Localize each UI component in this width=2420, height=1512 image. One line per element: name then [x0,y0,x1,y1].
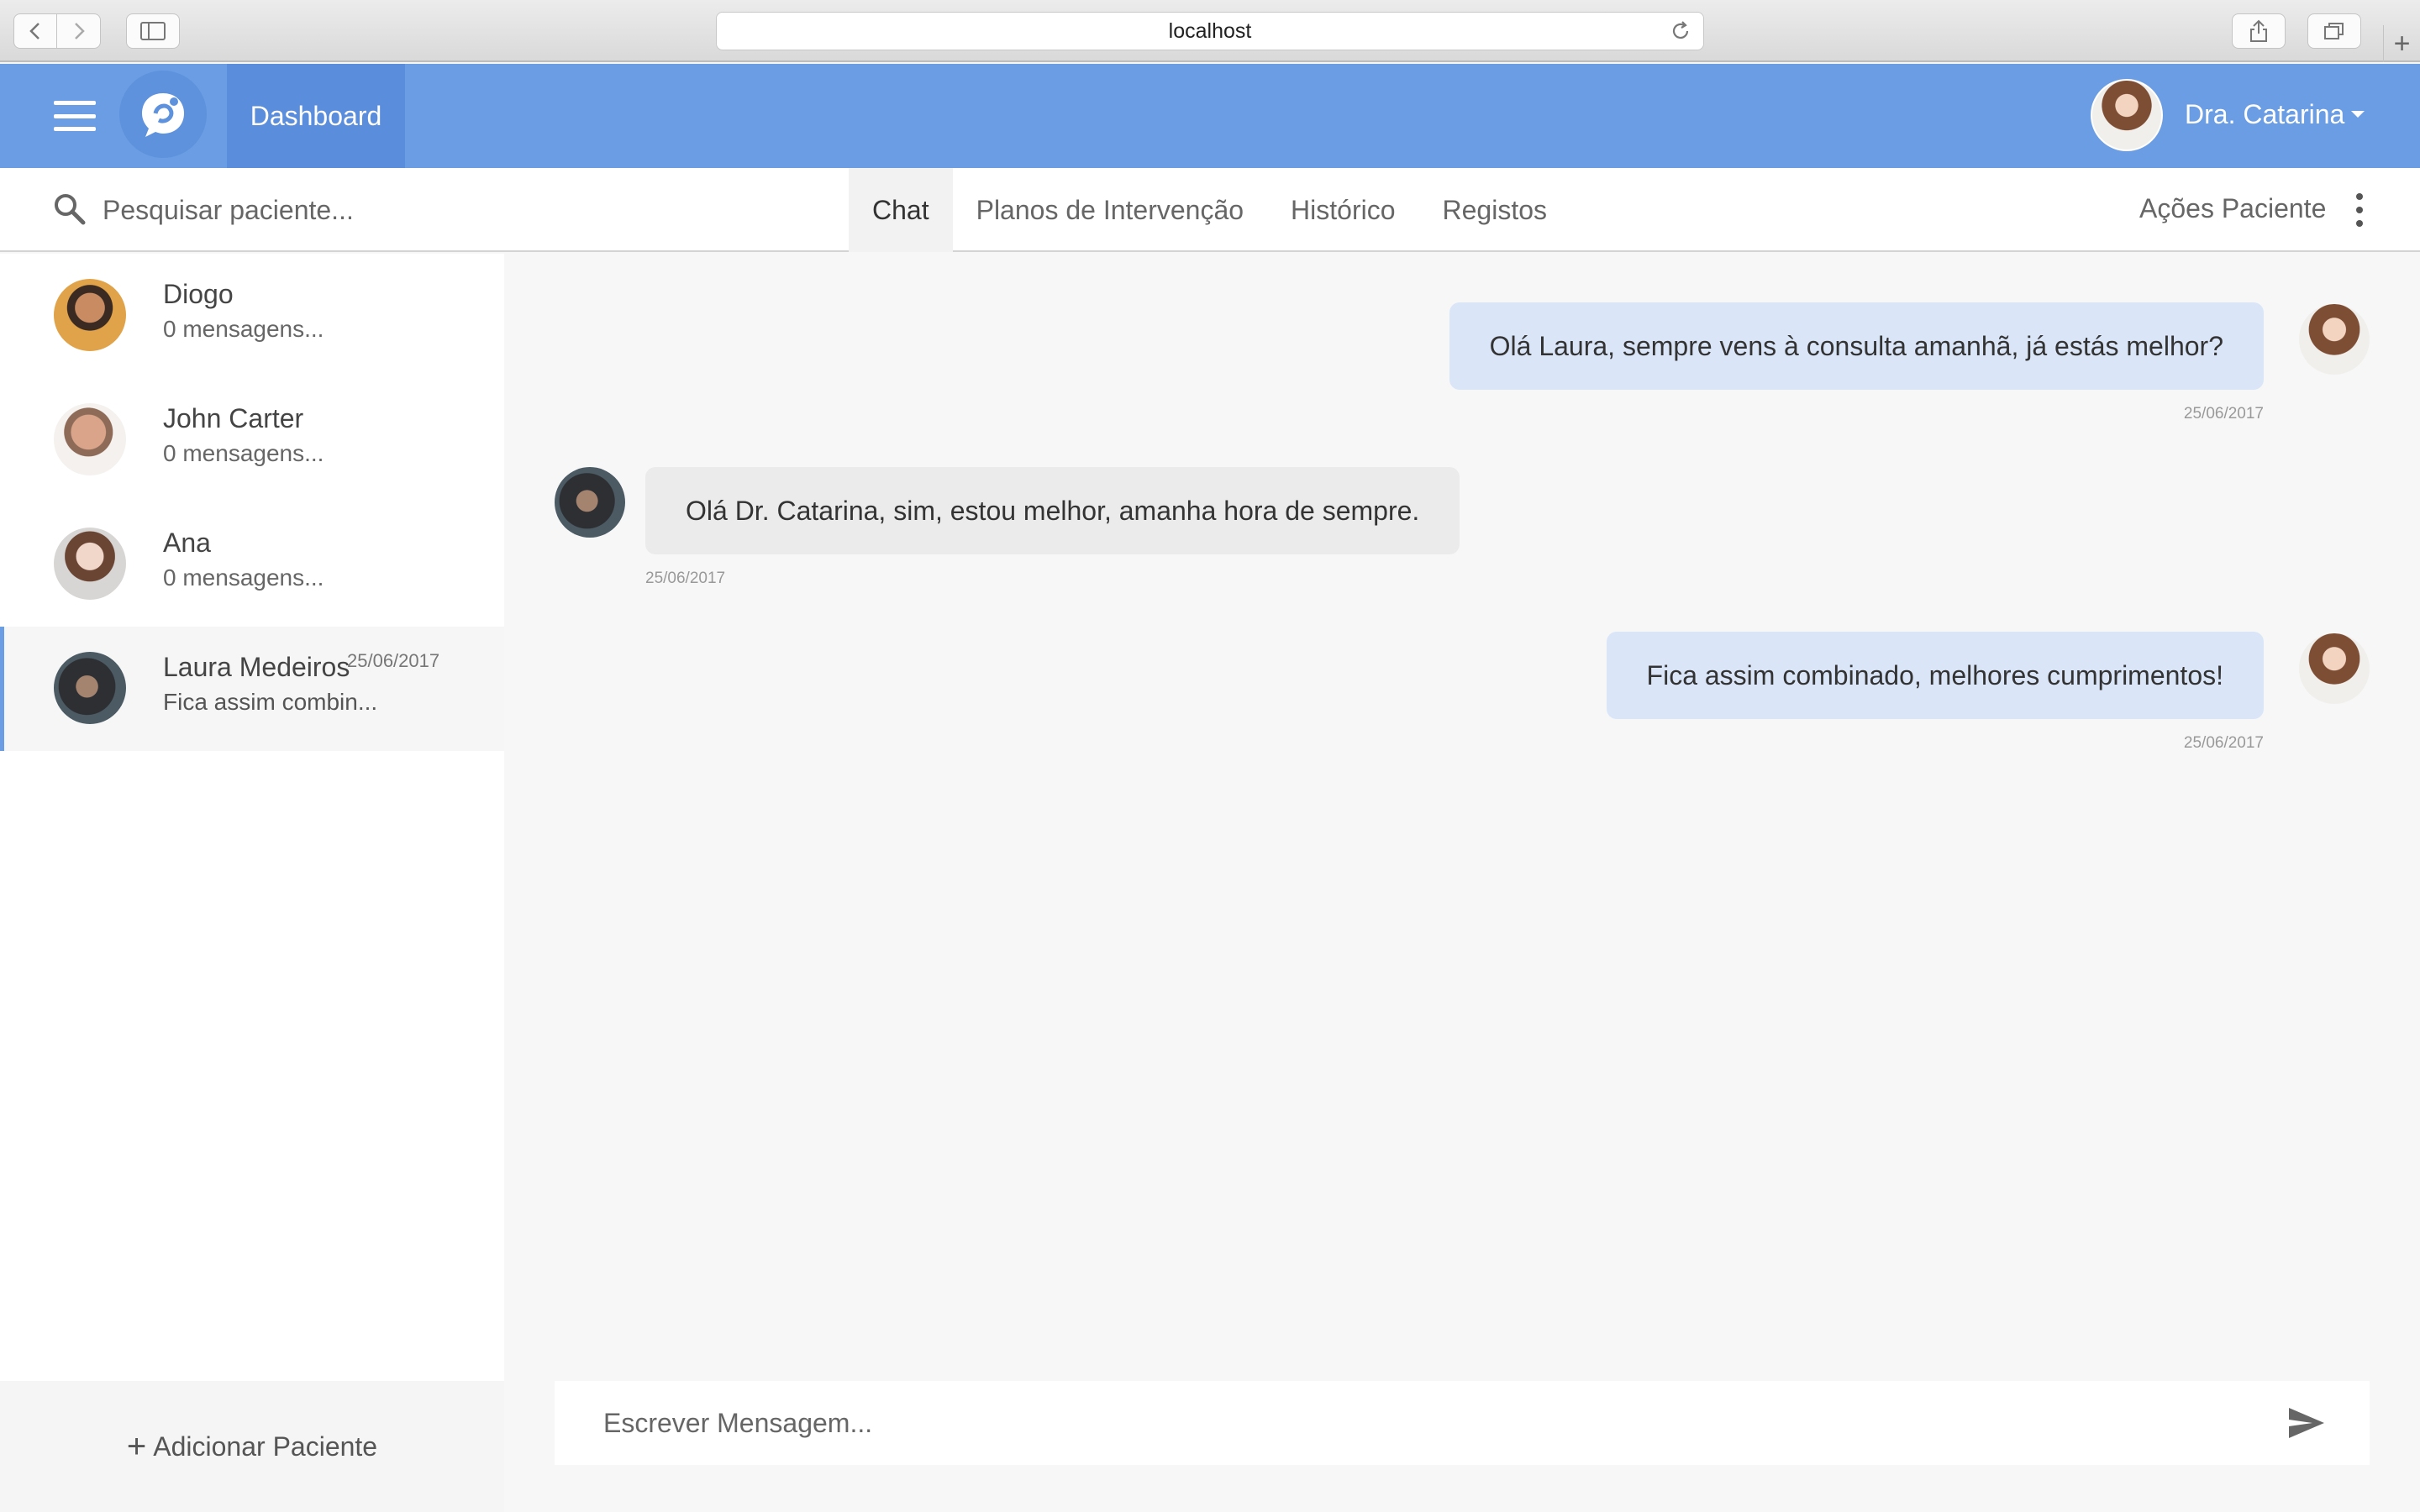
menu-icon[interactable] [54,101,96,131]
patient-item-diogo[interactable]: Diogo 0 mensagens... [0,254,504,378]
plus-icon: + [126,1428,147,1465]
message-timestamp: 25/06/2017 [2183,405,2264,423]
share-button[interactable] [2232,13,2286,49]
more-vert-icon[interactable] [2351,193,2368,227]
patient-last-message: 0 mensagens... [163,440,324,466]
message-input[interactable] [603,1401,2200,1445]
user-name[interactable]: Dra. Catarina [2185,99,2344,130]
chat-thread: Olá Laura, sempre vens à consulta amanhã… [506,254,2420,1381]
tab-history[interactable]: Histórico [1267,168,1418,252]
tab-bar: Chat Planos de Intervenção Histórico Reg… [849,168,1570,252]
patient-item-john-carter[interactable]: John Carter 0 mensagens... [0,378,504,502]
chevron-left-icon [29,23,39,39]
patient-last-message: 0 mensagens... [163,564,324,591]
avatar [54,403,126,475]
patient-last-message: Fica assim combin... [163,689,378,715]
patient-last-date: 25/06/2017 [347,650,440,671]
reload-icon[interactable] [1670,20,1691,42]
search-icon [55,194,86,225]
patient-item-laura-medeiros[interactable]: Laura Medeiros 25/06/2017 Fica assim com… [0,627,504,751]
caret-down-icon[interactable] [2351,111,2365,118]
message-bubble-incoming: Olá Dr. Catarina, sim, estou melhor, ama… [645,467,1460,554]
dashboard-tab[interactable]: Dashboard [227,64,405,168]
message-bubble-outgoing: Fica assim combinado, melhores cumprimen… [1606,632,2264,719]
patient-item-ana[interactable]: Ana 0 mensagens... [0,502,504,627]
tab-records[interactable]: Registos [1419,168,1571,252]
new-tab-button[interactable]: + [2383,25,2420,62]
message-timestamp: 25/06/2017 [645,570,726,587]
patient-name: Diogo [163,279,234,309]
avatar [54,528,126,600]
browser-toolbar: localhost + [0,0,2420,62]
sidebar-toggle-button[interactable] [126,13,180,49]
avatar [2299,304,2370,375]
message-bubble-outgoing: Olá Laura, sempre vens à consulta amanhã… [1449,302,2264,390]
plus-icon: + [2393,27,2411,60]
patient-toolbar: Chat Planos de Intervenção Histórico Reg… [0,168,2420,252]
tab-chat[interactable]: Chat [849,168,953,252]
avatar [54,652,126,724]
user-avatar[interactable] [2091,79,2163,151]
forward-button[interactable] [57,13,101,49]
app-header: Dashboard Dra. Catarina [0,64,2420,168]
avatar [54,279,126,351]
patient-name: Ana [163,528,211,558]
chevron-right-icon [74,23,85,39]
message-composer [555,1381,2370,1465]
avatar [2299,633,2370,704]
share-icon [2250,19,2267,42]
history-nav [13,13,101,49]
sidebar-icon [140,22,166,40]
tabs-overview-button[interactable] [2307,13,2361,49]
logo-icon [142,93,184,137]
avatar [555,467,625,538]
add-patient-label: Adicionar Paciente [153,1431,378,1462]
url-text: localhost [1168,18,1252,43]
message-timestamp: 25/06/2017 [2183,734,2264,752]
app-logo[interactable] [119,71,207,158]
add-patient-button[interactable]: + Adicionar Paciente [0,1381,504,1512]
patient-list: Diogo 0 mensagens... John Carter 0 mensa… [0,254,504,1381]
search-input[interactable] [103,188,691,232]
patient-name: Laura Medeiros [163,652,350,682]
tabs-icon [2324,23,2344,39]
patient-actions-button[interactable]: Ações Paciente [2139,193,2326,224]
patient-last-message: 0 mensagens... [163,316,324,342]
back-button[interactable] [13,13,57,49]
send-icon[interactable] [2287,1406,2326,1440]
address-bar[interactable]: localhost [716,12,1704,50]
tab-intervention-plans[interactable]: Planos de Intervenção [953,168,1267,252]
patient-name: John Carter [163,403,304,433]
